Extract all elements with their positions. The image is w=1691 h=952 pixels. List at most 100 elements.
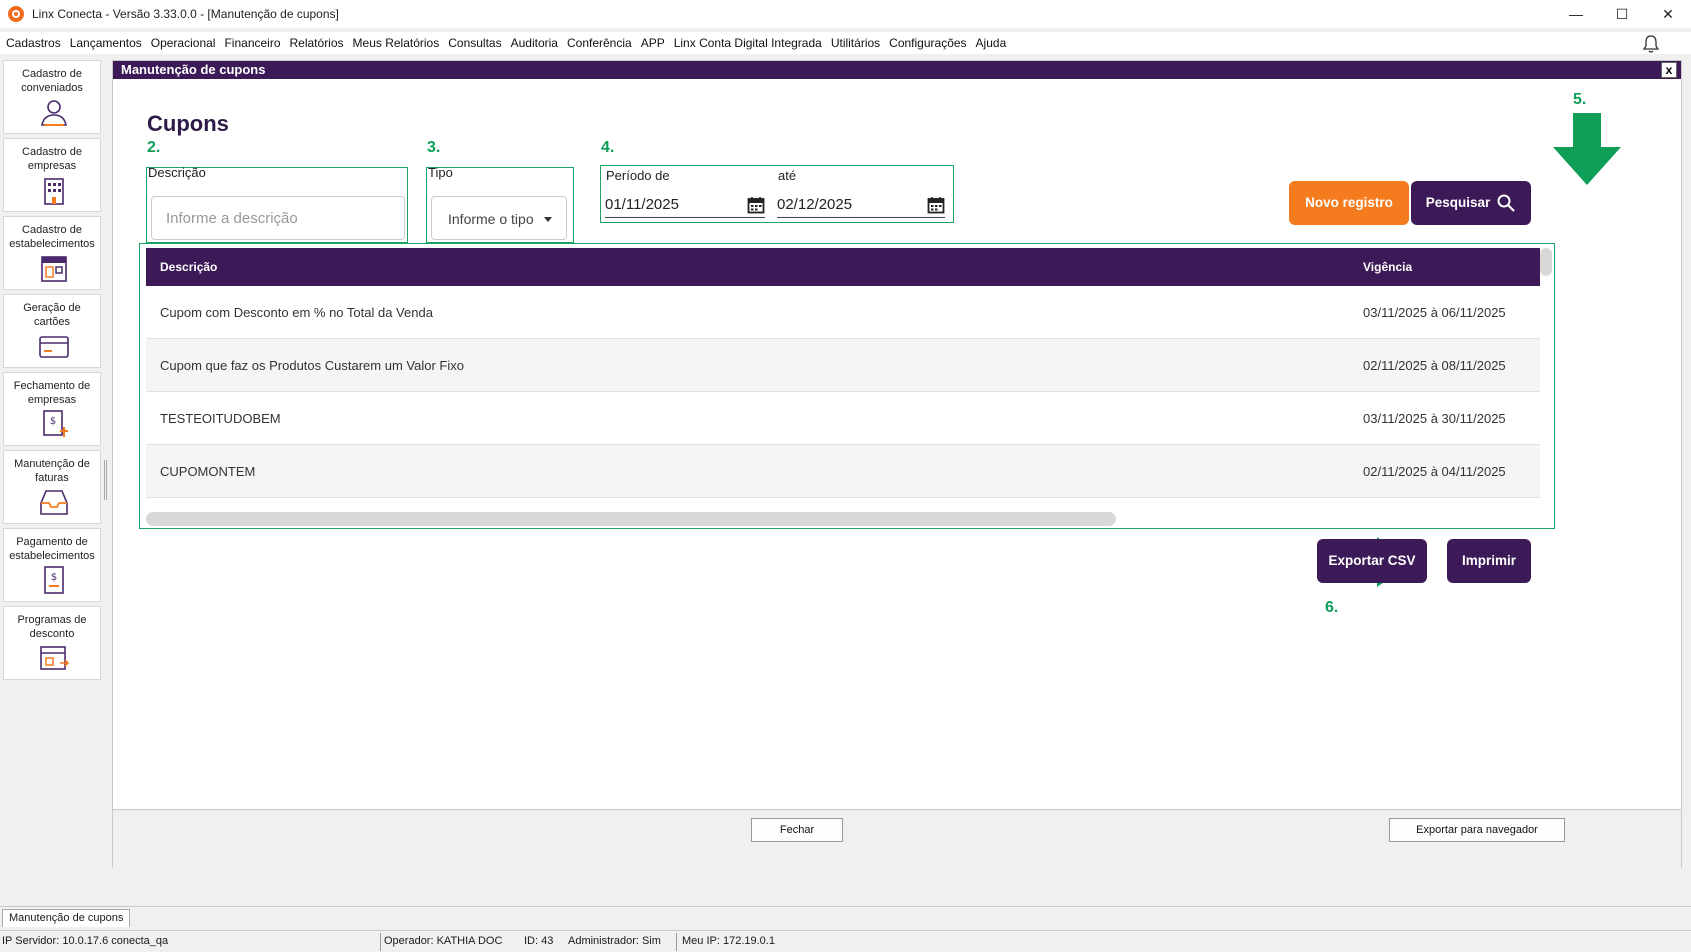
status-server: IP Servidor: 10.0.17.6 conecta_qa — [2, 935, 169, 947]
tab-manutencao-cupons[interactable]: Manutenção de cupons — [2, 909, 131, 927]
status-admin: Administrador: Sim — [568, 935, 661, 947]
sidebar-item-manutencao-faturas[interactable]: Manutenção de faturas — [3, 450, 101, 524]
sidebar-item-cadastro-conveniados[interactable]: Cadastro de conveniados — [3, 60, 101, 134]
menu-cadastros[interactable]: Cadastros — [6, 36, 61, 50]
tipo-select[interactable]: Informe o tipo — [431, 196, 567, 240]
menu-linx-conta-digital[interactable]: Linx Conta Digital Integrada — [674, 36, 822, 50]
periodo-de-label: Período de — [606, 168, 670, 183]
novo-registro-button[interactable]: Novo registro — [1289, 181, 1409, 225]
sidebar-item-label: Cadastro de conveniados — [21, 68, 83, 94]
table-row[interactable]: Cupom que faz os Produtos Custarem um Va… — [146, 339, 1540, 392]
column-header-descricao[interactable]: Descrição — [160, 260, 217, 274]
horizontal-scrollbar[interactable] — [146, 512, 1116, 526]
imprimir-button[interactable]: Imprimir — [1447, 539, 1531, 583]
date-from-value: 01/11/2025 — [605, 196, 679, 213]
cell-descricao: CUPOMONTEM — [160, 464, 256, 479]
ate-label: até — [778, 168, 797, 183]
page-title: Cupons — [147, 111, 229, 136]
descricao-label: Descrição — [148, 165, 206, 180]
search-icon — [1497, 194, 1515, 212]
cell-vigencia: 02/11/2025 à 08/11/2025 — [1363, 358, 1506, 373]
table-row[interactable]: TESTEOITUDOBEM 03/11/2025 à 30/11/2025 — [146, 392, 1540, 445]
title-bar: Linx Conecta - Versão 3.33.0.0 - [Manute… — [0, 0, 1691, 28]
maximize-button[interactable]: ☐ — [1599, 0, 1645, 28]
vertical-scrollbar[interactable] — [1540, 248, 1552, 276]
menu-configuracoes[interactable]: Configurações — [889, 36, 966, 50]
date-from-input[interactable]: 01/11/2025 — [605, 192, 765, 218]
menu-operacional[interactable]: Operacional — [151, 36, 216, 50]
date-to-input[interactable]: 02/12/2025 — [777, 192, 945, 218]
step-label-2: 2. — [147, 139, 161, 156]
annotation-arrow-down-icon — [1553, 113, 1621, 185]
panel-close-button[interactable]: x — [1661, 62, 1677, 78]
bell-icon[interactable] — [1641, 34, 1661, 54]
pesquisar-button-label: Pesquisar — [1425, 195, 1491, 210]
sidebar: Cadastro de conveniados Cadastro de empr… — [0, 58, 104, 918]
panel-header: Manutenção de cupons x — [113, 61, 1681, 79]
menu-conferencia[interactable]: Conferência — [567, 36, 632, 50]
sidebar-item-label: Cadastro de empresas — [22, 146, 82, 172]
sidebar-item-cadastro-estabelecimentos[interactable]: Cadastro de estabelecimentos — [3, 216, 101, 290]
window-tab-strip: Manutenção de cupons — [0, 906, 1691, 927]
sidebar-item-geracao-cartoes[interactable]: Geração de cartões — [3, 294, 101, 368]
fechar-button[interactable]: Fechar — [751, 818, 843, 842]
cell-descricao: Cupom que faz os Produtos Custarem um Va… — [160, 358, 464, 373]
status-separator — [380, 933, 381, 951]
menu-meus-relatorios[interactable]: Meus Relatórios — [353, 36, 440, 50]
card-icon — [39, 336, 69, 358]
discount-icon — [40, 646, 70, 670]
column-header-vigencia[interactable]: Vigência — [1363, 260, 1412, 274]
sidebar-item-label: Programas de desconto — [17, 614, 87, 640]
user-icon — [41, 100, 67, 126]
cell-vigencia: 02/11/2025 à 04/11/2025 — [1363, 464, 1506, 479]
date-to-value: 02/12/2025 — [777, 196, 853, 213]
window-title: Linx Conecta - Versão 3.33.0.0 - [Manute… — [32, 7, 339, 21]
tipo-select-value: Informe o tipo — [448, 211, 534, 227]
coupon-maintenance-window: Manutenção de cupons x Cupons 2. 3. 4. 5… — [112, 60, 1682, 869]
pesquisar-button[interactable]: Pesquisar — [1411, 181, 1531, 225]
sidebar-item-cadastro-empresas[interactable]: Cadastro de empresas — [3, 138, 101, 212]
table-row[interactable]: Cupom com Desconto em % no Total da Vend… — [146, 286, 1540, 339]
menu-utilitarios[interactable]: Utilitários — [831, 36, 880, 50]
tipo-field-group: Tipo Informe o tipo — [426, 165, 574, 243]
menu-relatorios[interactable]: Relatórios — [290, 36, 344, 50]
periodo-field-group: Período de até 01/11/2025 02/12/2025 — [600, 165, 954, 223]
calendar-icon[interactable] — [927, 196, 945, 214]
exportar-navegador-button[interactable]: Exportar para navegador — [1389, 818, 1565, 842]
menu-app[interactable]: APP — [641, 36, 665, 50]
svg-text:$: $ — [50, 416, 56, 427]
building-icon — [44, 178, 64, 205]
invoice-close-icon: $ — [43, 410, 68, 437]
panel-header-title: Manutenção de cupons — [121, 62, 266, 77]
cell-descricao: Cupom com Desconto em % no Total da Vend… — [160, 305, 433, 320]
menu-auditoria[interactable]: Auditoria — [511, 36, 558, 50]
chevron-down-icon — [544, 217, 552, 222]
minimize-button[interactable]: — — [1553, 0, 1599, 28]
status-operator: Operador: KATHIA DOC — [384, 935, 503, 947]
menu-consultas[interactable]: Consultas — [448, 36, 501, 50]
exportar-csv-button[interactable]: Exportar CSV — [1317, 539, 1427, 583]
window-controls: — ☐ ✕ — [1553, 0, 1691, 28]
tipo-label: Tipo — [428, 165, 453, 180]
menu-ajuda[interactable]: Ajuda — [976, 36, 1007, 50]
menu-lancamentos[interactable]: Lançamentos — [70, 36, 142, 50]
sidebar-item-label: Fechamento de empresas — [13, 380, 91, 406]
menu-financeiro[interactable]: Financeiro — [224, 36, 280, 50]
sidebar-item-pagamento-estabelecimentos[interactable]: Pagamento de estabelecimentos $ — [3, 528, 101, 602]
sidebar-item-label: Pagamento de estabelecimentos — [9, 536, 95, 562]
sidebar-item-fechamento-empresas[interactable]: Fechamento de empresas $ — [3, 372, 101, 446]
cell-vigencia: 03/11/2025 à 06/11/2025 — [1363, 305, 1506, 320]
sidebar-splitter[interactable] — [104, 460, 107, 500]
cell-vigencia: 03/11/2025 à 30/11/2025 — [1363, 411, 1506, 426]
menu-bar: Cadastros Lançamentos Operacional Financ… — [0, 32, 1691, 54]
close-window-button[interactable]: ✕ — [1645, 0, 1691, 28]
coupons-grid: Descrição Vigência Cupom com Desconto em… — [139, 243, 1555, 529]
bottom-action-bar: Fechar Exportar para navegador — [113, 809, 1681, 869]
sidebar-item-label: Cadastro de estabelecimentos — [9, 224, 95, 250]
sidebar-item-label: Manutenção de faturas — [14, 458, 90, 484]
step-label-4: 4. — [601, 139, 615, 156]
descricao-input[interactable]: Informe a descrição — [151, 196, 405, 240]
table-row[interactable]: CUPOMONTEM 02/11/2025 à 04/11/2025 — [146, 445, 1540, 498]
calendar-icon[interactable] — [747, 196, 765, 214]
sidebar-item-programas-desconto[interactable]: Programas de desconto — [3, 606, 101, 680]
